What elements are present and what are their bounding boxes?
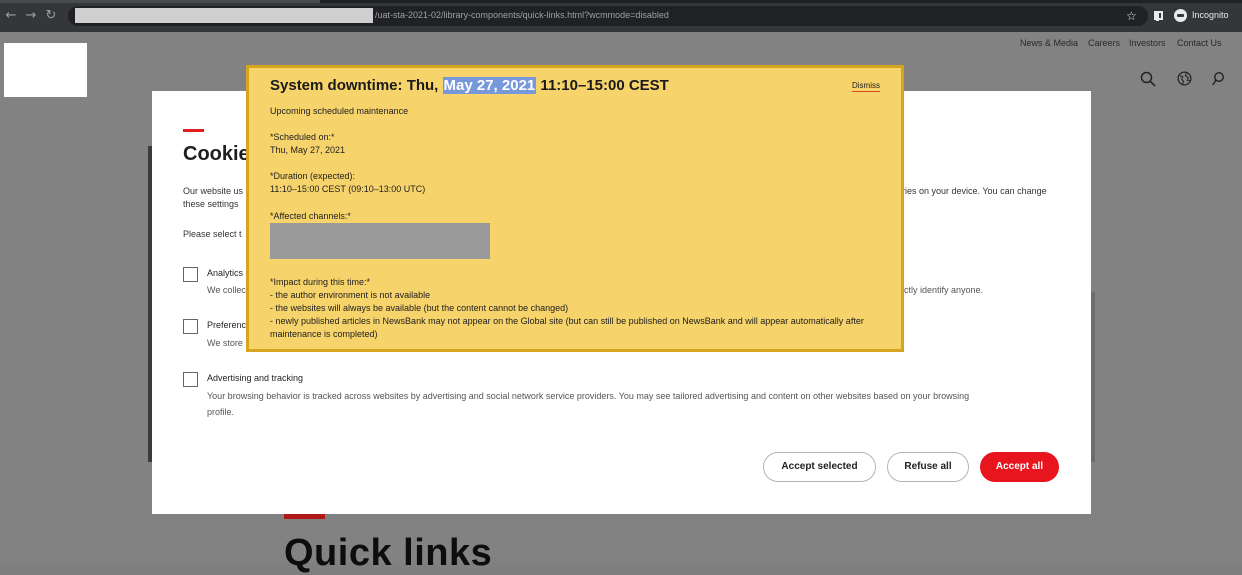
cookie-select-prompt: Please select t [183,229,242,239]
impact-item: - the websites will always be available … [270,303,569,313]
analytics-description: We collec [207,285,246,295]
url-redacted-region [75,8,373,23]
cookie-intro-start: Our website us [183,186,244,196]
channels-label: *Affected channels:* [270,211,351,221]
utility-link-news-media[interactable]: News & Media [1020,38,1078,48]
side-panel-icon[interactable] [1154,11,1163,21]
impact-item: - newly published articles in NewsBank m… [270,316,864,326]
cookie-intro-line2: these settings [183,199,239,209]
section-title: Quick links [284,532,493,574]
preferences-label: Preferenc [207,320,247,330]
active-tab[interactable] [0,0,320,3]
tab-strip [0,0,1242,3]
impact-label: *Impact during this time:* [270,277,371,287]
banner-title-highlight: May 27, 2021 [442,77,537,94]
profile-label[interactable]: Incognito [1192,10,1229,20]
banner-title-suffix: 11:10–15:00 CEST [536,77,669,94]
system-downtime-banner: System downtime: Thu, May 27, 2021 11:10… [246,65,904,352]
refuse-all-button[interactable]: Refuse all [887,452,969,482]
cookie-intro-end: ries on your device. You can change [902,186,1047,196]
utility-link-careers[interactable]: Careers [1088,38,1120,48]
duration-label: *Duration (expected): [270,171,356,181]
analytics-description-end: ctly identify anyone. [904,285,984,295]
preferences-checkbox[interactable] [183,319,198,334]
banner-title-prefix: System downtime: Thu, [270,77,443,94]
advertising-description: Your browsing behavior is tracked across… [207,391,970,401]
accept-all-button[interactable]: Accept all [980,452,1059,482]
duration-value: 11:10–15:00 CEST (09:10–13:00 UTC) [270,184,426,194]
banner-title: System downtime: Thu, May 27, 2021 11:10… [270,77,669,94]
preferences-description: We store [207,338,243,348]
analytics-checkbox[interactable] [183,267,198,282]
channels-redacted-region [270,223,490,259]
search-icon[interactable] [1140,71,1156,90]
url-text[interactable]: /uat-sta-2021-02/library-components/quic… [375,10,669,20]
title-accent-bar [183,129,204,132]
scheduled-label: *Scheduled on:* [270,132,335,142]
cookie-dialog-title: Cookie [183,143,250,165]
user-icon[interactable] [1212,71,1226,89]
advertising-label: Advertising and tracking [207,373,304,383]
site-logo[interactable] [4,43,87,97]
impact-item: maintenance is completed) [270,329,378,339]
utility-link-investors[interactable]: Investors [1129,38,1166,48]
analytics-label: Analytics [207,268,244,278]
advertising-description-line2: profile. [207,407,235,417]
dismiss-link[interactable]: Dismiss [852,81,880,92]
utility-link-contact-us[interactable]: Contact Us [1177,38,1222,48]
impact-item: - the author environment is not availabl… [270,290,431,300]
back-icon[interactable]: ← [4,9,18,23]
scheduled-value: Thu, May 27, 2021 [270,145,346,155]
star-icon[interactable]: ☆ [1126,9,1137,23]
incognito-icon[interactable] [1174,9,1187,22]
advertising-checkbox[interactable] [183,372,198,387]
globe-icon[interactable] [1177,71,1192,89]
forward-icon[interactable]: → [24,9,38,23]
reload-icon[interactable]: ↻ [44,9,58,23]
banner-subtitle: Upcoming scheduled maintenance [270,106,409,116]
browser-toolbar: ← → ↻ /uat-sta-2021-02/library-component… [0,0,1242,32]
accept-selected-button[interactable]: Accept selected [763,452,876,482]
